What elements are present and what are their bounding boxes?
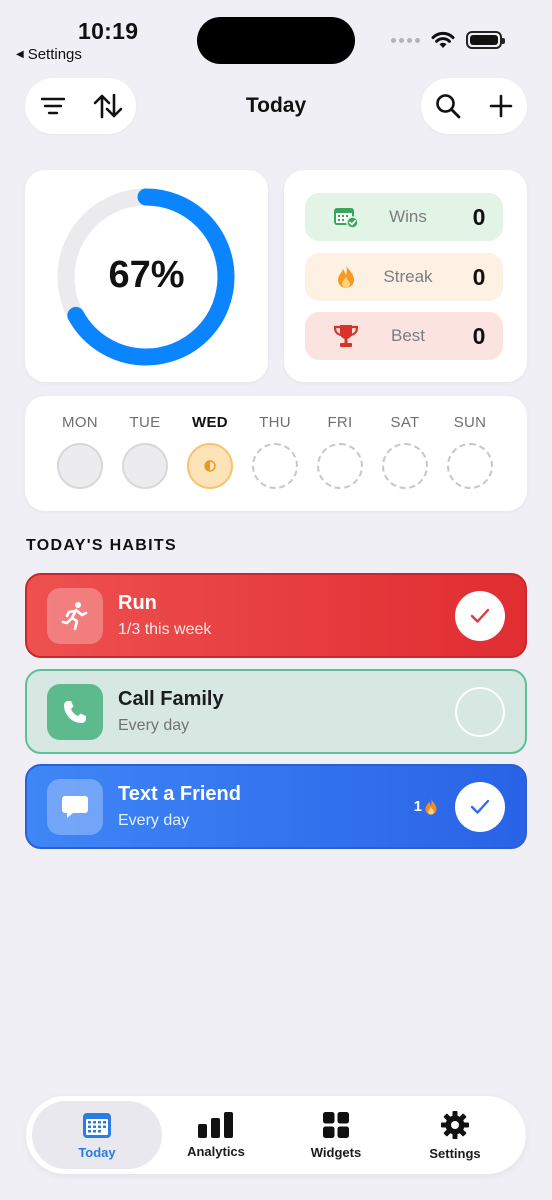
tab-label: Settings bbox=[429, 1145, 481, 1161]
section-title: TODAY'S HABITS bbox=[26, 537, 177, 554]
habit-complete-toggle[interactable] bbox=[455, 781, 505, 832]
stat-wins-label: Wins bbox=[389, 207, 427, 226]
day-fri[interactable]: FRI bbox=[310, 414, 370, 489]
flame-icon bbox=[425, 798, 437, 815]
habit-subtitle: 1/3 this week bbox=[118, 621, 212, 638]
checkmark-icon bbox=[470, 799, 490, 814]
day-status-circle bbox=[252, 443, 298, 489]
habit-complete-toggle[interactable] bbox=[455, 686, 505, 737]
day-status-circle bbox=[57, 443, 103, 489]
day-label: MON bbox=[62, 414, 98, 431]
habit-row-text-a-friend[interactable]: Text a Friend Every day 1 bbox=[25, 764, 527, 849]
tab-label: Today bbox=[78, 1144, 116, 1160]
battery-icon bbox=[466, 31, 505, 49]
runner-icon bbox=[47, 587, 103, 644]
gear-icon bbox=[441, 1110, 469, 1139]
search-button[interactable] bbox=[428, 86, 468, 126]
day-label: WED bbox=[192, 414, 228, 431]
stat-best-value: 0 bbox=[472, 322, 486, 349]
habit-row-run[interactable]: Run 1/3 this week bbox=[25, 573, 527, 658]
day-label: THU bbox=[259, 414, 291, 431]
back-arrow-icon: ◀ bbox=[16, 49, 24, 60]
flame-icon bbox=[331, 262, 361, 292]
day-status-circle bbox=[317, 443, 363, 489]
day-status-circle bbox=[122, 443, 168, 489]
day-label: SUN bbox=[453, 414, 487, 431]
header-right-controls bbox=[421, 78, 527, 134]
habit-name: Call Family bbox=[118, 688, 224, 710]
checkmark-icon bbox=[470, 608, 490, 623]
tab-settings[interactable]: Settings bbox=[390, 1101, 520, 1169]
day-status-circle bbox=[382, 443, 428, 489]
day-sat[interactable]: SAT bbox=[375, 414, 435, 489]
tab-analytics[interactable]: Analytics bbox=[151, 1101, 281, 1169]
week-strip: MON TUE WED THU FRI SAT SUN bbox=[25, 396, 527, 511]
tab-today[interactable]: Today bbox=[32, 1101, 162, 1169]
habit-name: Run bbox=[118, 592, 157, 614]
stat-wins-value: 0 bbox=[472, 203, 486, 230]
habit-complete-toggle[interactable] bbox=[455, 590, 505, 641]
stats-card: Wins 0 Streak 0 Best 0 bbox=[284, 170, 527, 382]
stat-streak: Streak 0 bbox=[305, 253, 503, 301]
back-label: Settings bbox=[27, 46, 82, 63]
back-to-settings-link[interactable]: ◀ Settings bbox=[16, 46, 82, 63]
day-mon[interactable]: MON bbox=[50, 414, 110, 489]
tab-widgets[interactable]: Widgets bbox=[271, 1101, 401, 1169]
day-status-circle bbox=[447, 443, 493, 489]
habit-row-call-family[interactable]: Call Family Every day bbox=[25, 669, 527, 754]
stat-streak-label: Streak bbox=[383, 267, 433, 286]
day-label: SAT bbox=[390, 414, 420, 431]
habit-name: Text a Friend bbox=[118, 783, 241, 805]
grid-icon bbox=[323, 1111, 349, 1138]
calendar-check-icon bbox=[331, 202, 361, 232]
cellular-signal-icon bbox=[391, 37, 420, 43]
habit-subtitle: Every day bbox=[118, 717, 190, 734]
stat-wins: Wins 0 bbox=[305, 193, 503, 241]
day-status-circle bbox=[187, 443, 233, 489]
stat-streak-value: 0 bbox=[472, 263, 486, 290]
streak-badge: 1 bbox=[414, 798, 438, 816]
phone-icon bbox=[47, 683, 103, 740]
day-tue[interactable]: TUE bbox=[115, 414, 175, 489]
calendar-icon bbox=[83, 1112, 111, 1138]
dynamic-island bbox=[197, 17, 355, 64]
stat-best-label: Best bbox=[390, 326, 426, 345]
tab-bar: Today Analytics Widgets Settings bbox=[26, 1096, 526, 1174]
day-thu[interactable]: THU bbox=[245, 414, 305, 489]
wifi-icon bbox=[431, 31, 455, 48]
plus-icon bbox=[489, 94, 512, 118]
daily-progress-card: 67% bbox=[25, 170, 268, 382]
progress-percent: 67% bbox=[108, 254, 185, 296]
day-label: FRI bbox=[327, 414, 353, 431]
tab-label: Analytics bbox=[187, 1143, 245, 1159]
stat-best: Best 0 bbox=[305, 312, 503, 360]
search-icon bbox=[435, 94, 460, 119]
streak-count: 1 bbox=[413, 798, 422, 815]
half-moon-icon bbox=[204, 460, 216, 472]
status-indicators bbox=[391, 30, 505, 50]
habit-subtitle: Every day bbox=[118, 812, 190, 829]
status-time: 10:19 bbox=[78, 18, 139, 44]
day-wed[interactable]: WED bbox=[180, 414, 240, 489]
day-label: TUE bbox=[129, 414, 161, 431]
day-sun[interactable]: SUN bbox=[440, 414, 500, 489]
bar-chart-icon bbox=[198, 1111, 233, 1138]
tab-label: Widgets bbox=[310, 1144, 362, 1160]
trophy-icon bbox=[331, 321, 361, 351]
chat-bubble-icon bbox=[47, 778, 103, 835]
add-habit-button[interactable] bbox=[481, 86, 521, 126]
